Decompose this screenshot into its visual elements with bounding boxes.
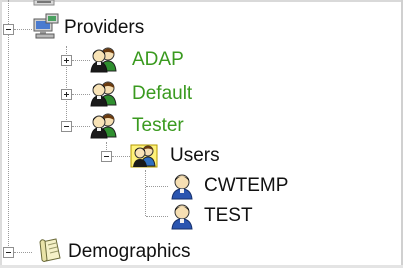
node-label-demographics[interactable]: Demographics <box>68 241 191 263</box>
tree-connector <box>112 156 130 157</box>
user-group-icon <box>90 113 117 139</box>
user-icon <box>171 204 193 230</box>
computer-network-icon <box>33 13 59 39</box>
node-label-tester[interactable]: Tester <box>132 115 184 137</box>
tree-connector <box>8 0 9 252</box>
tree-top-edge <box>0 0 403 2</box>
partial-node-icon <box>33 0 55 6</box>
user-group-icon <box>90 47 117 73</box>
tree-view: Providers ADAP Default Tester Users CWTE… <box>0 0 403 268</box>
tree-connector <box>14 252 32 253</box>
adap-expand-toggle[interactable] <box>61 55 72 66</box>
users-folder-icon <box>130 144 158 168</box>
scroll-document-icon <box>39 238 61 262</box>
demographics-collapse-toggle[interactable] <box>3 247 14 258</box>
tree-connector <box>72 94 90 95</box>
default-expand-toggle[interactable] <box>61 89 72 100</box>
tree-connector <box>146 216 168 217</box>
node-label-test[interactable]: TEST <box>204 205 253 227</box>
tree-connector <box>72 126 90 127</box>
node-label-users[interactable]: Users <box>170 145 220 167</box>
providers-collapse-toggle[interactable] <box>3 24 14 35</box>
tree-connector <box>145 170 146 216</box>
users-collapse-toggle[interactable] <box>101 151 112 162</box>
node-label-adap[interactable]: ADAP <box>132 49 184 71</box>
node-label-cwtemp[interactable]: CWTEMP <box>204 175 288 197</box>
tree-connector <box>14 29 32 30</box>
user-icon <box>171 174 193 200</box>
node-label-providers[interactable]: Providers <box>64 17 144 39</box>
node-label-default[interactable]: Default <box>132 83 192 105</box>
tree-connector <box>146 186 168 187</box>
user-group-icon <box>90 81 117 107</box>
tree-connector <box>72 60 90 61</box>
tester-collapse-toggle[interactable] <box>61 121 72 132</box>
tree-left-edge <box>0 0 2 268</box>
